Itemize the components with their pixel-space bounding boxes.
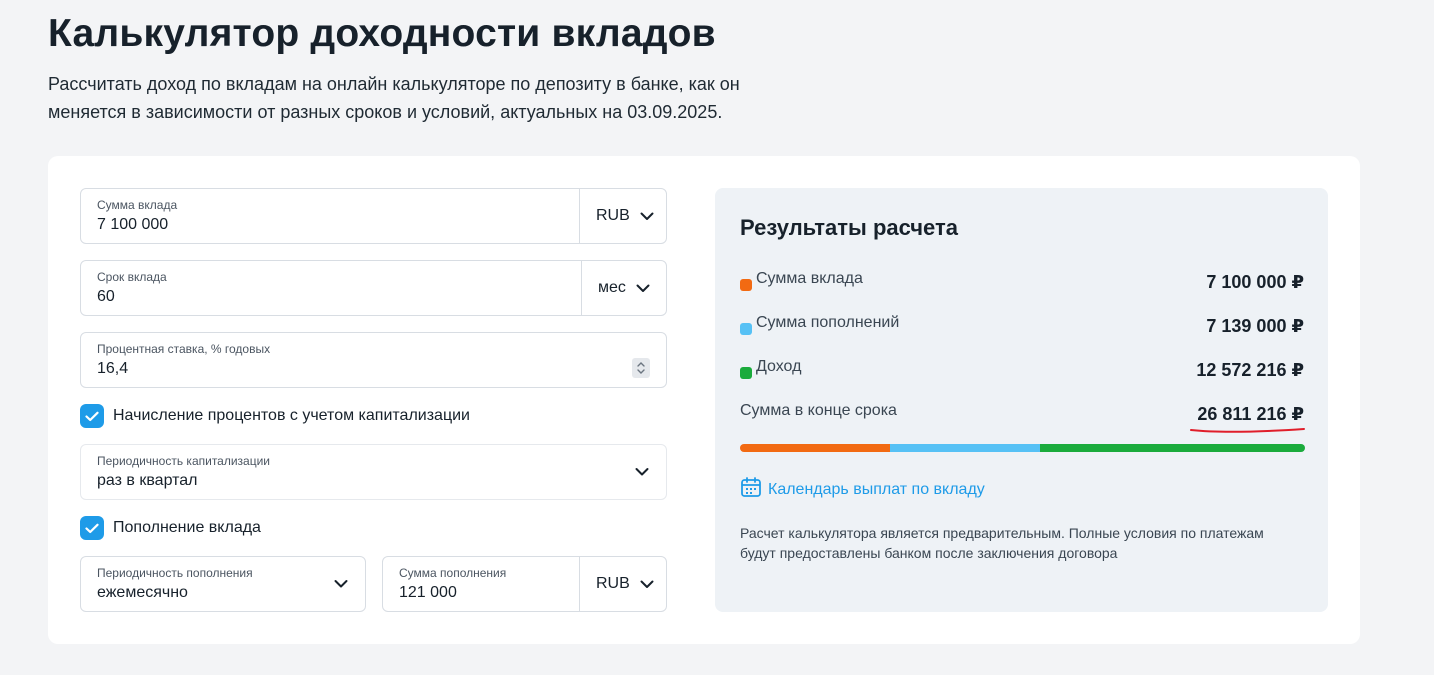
- chevron-down-icon: [640, 212, 654, 221]
- result-value: 12 572 216 ₽: [1196, 360, 1304, 380]
- result-label: Доход: [756, 358, 802, 375]
- deposit-amount-field[interactable]: Сумма вклада 7 100 000 RUB: [80, 188, 667, 244]
- topup-currency-select[interactable]: RUB: [579, 557, 666, 611]
- bar-segment-income: [1040, 444, 1305, 452]
- result-row-income: Доход 12 572 216 ₽: [740, 358, 1304, 382]
- result-label: Сумма в конце срока: [740, 402, 897, 419]
- chevron-down-icon[interactable]: [635, 468, 649, 477]
- result-value: 7 139 000 ₽: [1206, 316, 1304, 336]
- legend-dot: [740, 323, 752, 335]
- disclaimer-text: Расчет калькулятора является предварител…: [740, 525, 1264, 561]
- result-label: Сумма вклада: [756, 270, 863, 287]
- deposit-currency-value: RUB: [596, 207, 630, 224]
- capitalization-checkbox-label: Начисление процентов с учетом капитализа…: [113, 407, 470, 424]
- results-panel: Результаты расчета Сумма вклада 7 100 00…: [715, 188, 1328, 612]
- topup-checkbox-label: Пополнение вклада: [113, 519, 261, 536]
- legend-dot: [740, 279, 752, 291]
- total-value: 26 811 216 ₽: [1197, 404, 1304, 424]
- capitalization-period-select[interactable]: Периодичность капитализации раз в кварта…: [80, 444, 667, 500]
- topup-amount-label: Сумма пополнения: [399, 566, 507, 580]
- topup-amount-field[interactable]: Сумма пополнения 121 000 RUB: [382, 556, 667, 612]
- result-row-deposit: Сумма вклада 7 100 000 ₽: [740, 270, 1304, 294]
- rate-field[interactable]: Процентная ставка, % годовых 16,4: [80, 332, 667, 388]
- term-unit-select[interactable]: мес: [581, 261, 666, 315]
- capitalization-period-value: раз в квартал: [97, 472, 198, 489]
- deposit-amount-label: Сумма вклада: [97, 198, 178, 212]
- red-underline-annotation: [1190, 428, 1305, 433]
- page-title: Калькулятор доходности вкладов: [48, 12, 716, 55]
- topup-currency-value: RUB: [596, 575, 630, 592]
- calculator-card: Сумма вклада 7 100 000 RUB Срок вклада 6…: [48, 156, 1360, 644]
- capitalization-checkbox-row[interactable]: Начисление процентов с учетом капитализа…: [80, 404, 470, 428]
- rate-label: Процентная ставка, % годовых: [97, 342, 271, 356]
- topup-period-select[interactable]: Периодичность пополнения ежемесячно: [80, 556, 366, 612]
- term-field[interactable]: Срок вклада 60 мес: [80, 260, 667, 316]
- rate-spinner[interactable]: [632, 358, 650, 378]
- term-unit-value: мес: [598, 279, 626, 296]
- calendar-link[interactable]: Календарь выплат по вкладу: [740, 476, 985, 503]
- bar-segment-topups: [889, 444, 1040, 452]
- page-subtitle: Рассчитать доход по вкладам на онлайн ка…: [48, 74, 740, 122]
- results-progress-bar: [740, 444, 1305, 452]
- topup-checkbox-row[interactable]: Пополнение вклада: [80, 516, 261, 540]
- capitalization-period-label: Периодичность капитализации: [97, 454, 271, 468]
- term-input[interactable]: 60: [97, 288, 115, 306]
- calendar-icon: [740, 476, 762, 503]
- deposit-currency-select[interactable]: RUB: [579, 189, 666, 243]
- result-value: 7 100 000 ₽: [1206, 272, 1304, 292]
- chevron-down-icon: [636, 284, 650, 293]
- capitalization-checkbox[interactable]: [80, 404, 104, 428]
- rate-input[interactable]: 16,4: [97, 360, 128, 378]
- result-label: Сумма пополнений: [756, 314, 900, 331]
- result-row-topups: Сумма пополнений 7 139 000 ₽: [740, 314, 1304, 338]
- chevron-down-icon[interactable]: [334, 580, 348, 589]
- bar-segment-deposit: [740, 444, 890, 452]
- topup-amount-input[interactable]: 121 000: [399, 584, 457, 602]
- topup-checkbox[interactable]: [80, 516, 104, 540]
- term-label: Срок вклада: [97, 270, 167, 284]
- topup-period-value: ежемесячно: [97, 584, 188, 601]
- topup-period-label: Периодичность пополнения: [97, 566, 253, 580]
- result-row-total: Сумма в конце срока 26 811 216 ₽: [740, 402, 1305, 433]
- results-title: Результаты расчета: [740, 215, 959, 240]
- legend-dot: [740, 367, 752, 379]
- chevron-down-icon: [640, 580, 654, 589]
- calendar-link-label[interactable]: Календарь выплат по вкладу: [768, 481, 985, 499]
- deposit-amount-input[interactable]: 7 100 000: [97, 216, 168, 234]
